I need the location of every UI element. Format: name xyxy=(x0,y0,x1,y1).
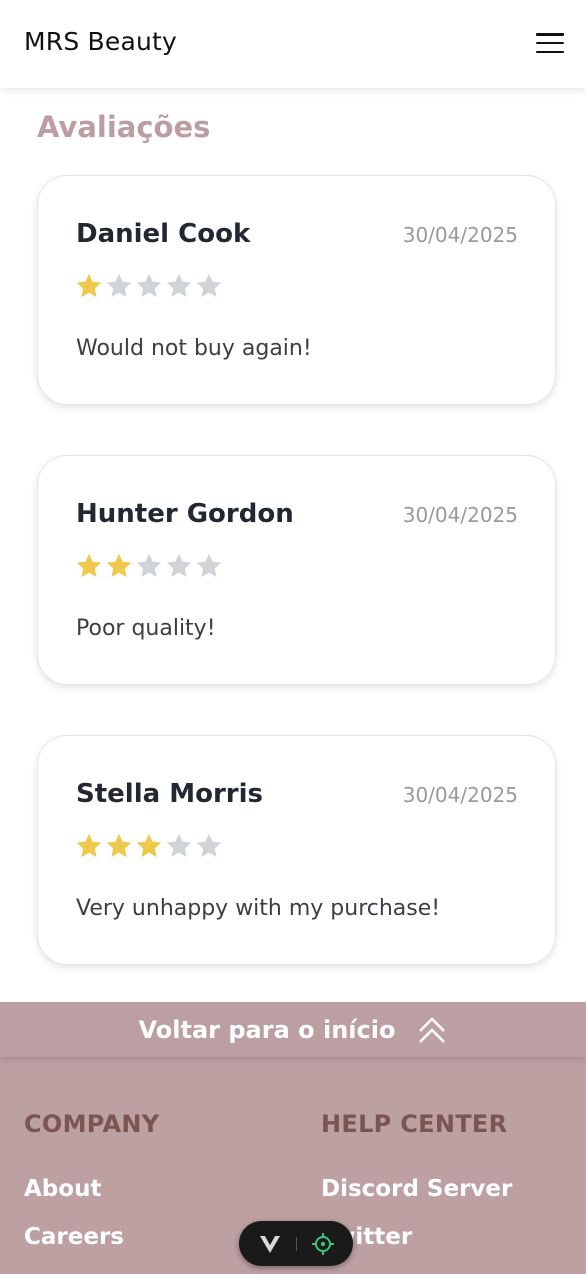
reviewer-name: Hunter Gordon xyxy=(76,499,294,529)
menu-bar xyxy=(536,50,564,53)
footer-link-about[interactable]: About xyxy=(24,1176,101,1202)
star-filled-icon xyxy=(76,553,102,578)
review-card: Daniel Cook 30/04/2025 Would not buy aga… xyxy=(37,175,556,405)
review-date: 30/04/2025 xyxy=(402,503,518,527)
menu-bar xyxy=(536,41,564,45)
back-to-top-button[interactable]: Voltar para o início xyxy=(0,1002,586,1057)
devtools-toolbar xyxy=(239,1221,353,1266)
footer-link-careers[interactable]: Careers xyxy=(24,1224,124,1250)
footer-link-discord[interactable]: Discord Server xyxy=(321,1176,512,1202)
star-rating xyxy=(75,272,223,300)
star-filled-icon xyxy=(76,273,102,298)
star-filled-icon xyxy=(106,833,132,858)
star-filled-icon xyxy=(106,553,132,578)
review-text: Poor quality! xyxy=(76,616,216,641)
star-empty-icon xyxy=(136,553,162,578)
star-empty-icon xyxy=(166,833,192,858)
menu-bar xyxy=(536,33,564,36)
star-empty-icon xyxy=(196,273,222,298)
star-rating xyxy=(75,832,223,860)
crosshair-icon[interactable] xyxy=(311,1232,335,1256)
footer-heading: HELP CENTER xyxy=(321,1110,508,1138)
footer-heading: COMPANY xyxy=(24,1110,160,1138)
star-empty-icon xyxy=(136,273,162,298)
hamburger-menu-icon[interactable] xyxy=(534,30,566,56)
star-empty-icon xyxy=(166,273,192,298)
star-rating xyxy=(75,552,223,580)
review-date: 30/04/2025 xyxy=(402,783,518,807)
double-chevron-up-icon xyxy=(419,1016,446,1043)
toolbar-divider xyxy=(295,1236,297,1251)
back-to-top-label: Voltar para o início xyxy=(138,1015,396,1044)
brand-logo-text[interactable]: MRS Beauty xyxy=(24,27,177,56)
star-empty-icon xyxy=(106,273,132,298)
review-text: Would not buy again! xyxy=(76,336,312,361)
review-text: Very unhappy with my purchase! xyxy=(76,896,441,921)
star-empty-icon xyxy=(196,553,222,578)
reviewer-name: Daniel Cook xyxy=(76,219,251,249)
review-date: 30/04/2025 xyxy=(402,223,518,247)
vue-logo-icon[interactable] xyxy=(258,1232,282,1256)
star-filled-icon xyxy=(76,833,102,858)
reviewer-name: Stella Morris xyxy=(76,779,263,809)
star-empty-icon xyxy=(196,833,222,858)
star-empty-icon xyxy=(166,553,192,578)
review-card: Hunter Gordon 30/04/2025 Poor quality! xyxy=(37,455,556,685)
reviews-section-title: Avaliações xyxy=(37,110,211,144)
review-card: Stella Morris 30/04/2025 Very unhappy wi… xyxy=(37,735,556,965)
top-navbar: MRS Beauty xyxy=(0,0,586,88)
star-filled-icon xyxy=(136,833,162,858)
